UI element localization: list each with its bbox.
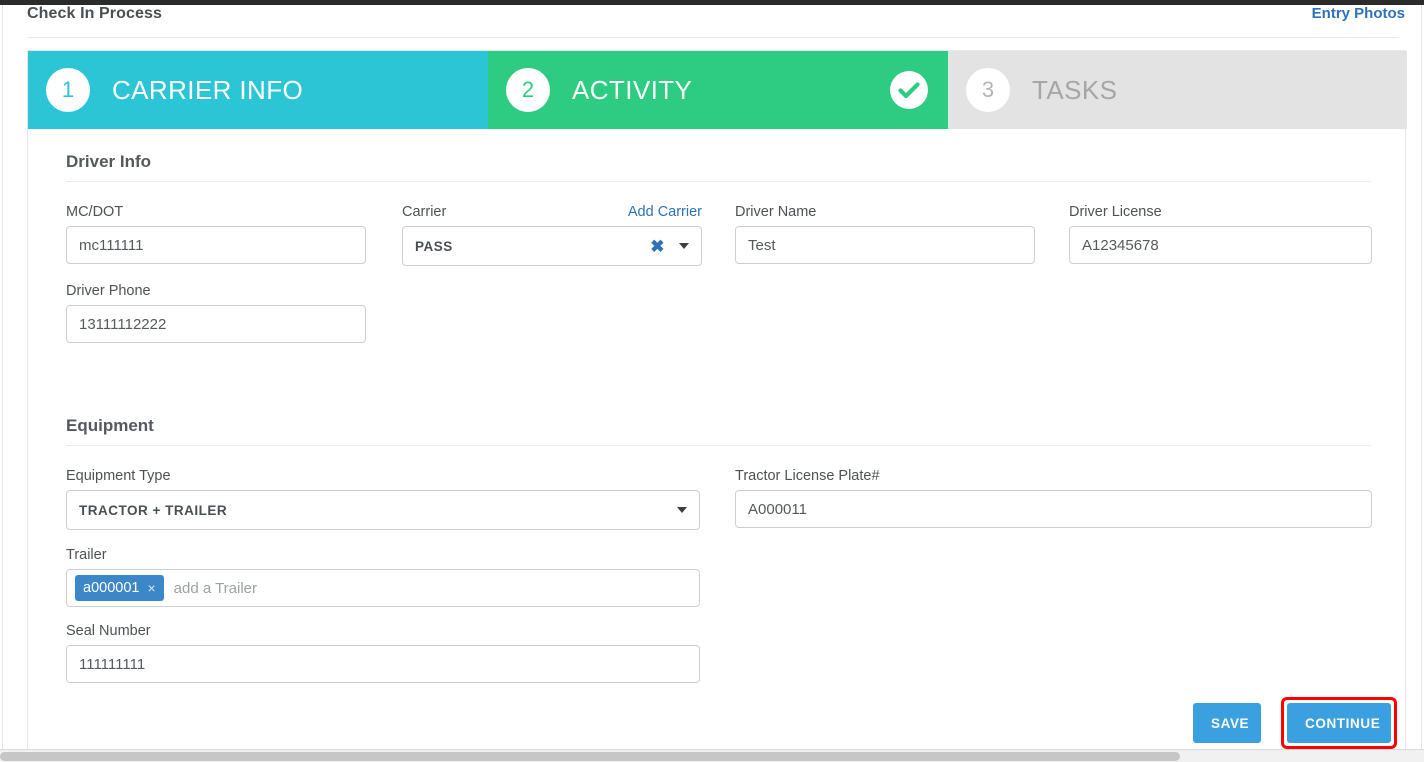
driver-info-title: Driver Info [66, 152, 1371, 172]
step-3-label: TASKS [1032, 75, 1117, 106]
trailer-input-placeholder: add a Trailer [174, 580, 257, 597]
trailer-label: Trailer [66, 547, 700, 563]
carrier-chevron-down-icon[interactable] [679, 243, 689, 249]
driver-info-divider [66, 181, 1371, 182]
add-carrier-link[interactable]: Add Carrier [628, 204, 702, 220]
wizard-step-bar: 1 CARRIER INFO 2 ACTIVITY 3 TASKS [28, 51, 1407, 129]
step-2-label: ACTIVITY [572, 75, 692, 106]
field-driver-license: Driver License A12345678 [1069, 204, 1372, 264]
tractor-license-plate-label: Tractor License Plate# [735, 468, 1372, 484]
seal-number-input[interactable]: 111111111 [66, 645, 700, 683]
equipment-type-label: Equipment Type [66, 468, 700, 484]
horizontal-scrollbar-thumb[interactable] [0, 752, 1180, 761]
equipment-title: Equipment [66, 416, 1371, 436]
driver-phone-input[interactable]: 13111112222 [66, 305, 366, 343]
equipment-divider [66, 445, 1371, 446]
field-driver-phone: Driver Phone 13111112222 [66, 283, 366, 343]
driver-license-input[interactable]: A12345678 [1069, 226, 1372, 264]
trailer-tag-input[interactable]: a000001 × add a Trailer [66, 569, 700, 607]
step-3-badge: 3 [966, 68, 1010, 112]
continue-button[interactable]: CONTINUE [1287, 703, 1391, 743]
field-tractor-license-plate: Tractor License Plate# A000011 [735, 468, 1372, 528]
equipment-type-chevron-down-icon[interactable] [677, 507, 687, 513]
carrier-selected-value: PASS [415, 239, 650, 254]
driver-name-label: Driver Name [735, 204, 1035, 220]
field-mc-dot: MC/DOT mc111111 [66, 204, 366, 264]
field-carrier: Carrier Add Carrier PASS ✖ [402, 204, 702, 266]
header-divider [27, 37, 1399, 38]
mc-dot-label: MC/DOT [66, 204, 366, 220]
equipment-section: Equipment [66, 416, 1371, 446]
trailer-tag-label: a000001 [83, 580, 139, 596]
check-in-page-card: Check In Process Entry Photos 1 CARRIER … [2, 5, 1422, 757]
mc-dot-input[interactable]: mc111111 [66, 226, 366, 264]
equipment-type-selected-value: TRACTOR + TRAILER [79, 503, 677, 518]
field-equipment-type: Equipment Type TRACTOR + TRAILER [66, 468, 700, 530]
wizard-step-activity[interactable]: 2 ACTIVITY [488, 51, 948, 129]
driver-phone-label: Driver Phone [66, 283, 366, 299]
wizard-step-carrier-info[interactable]: 1 CARRIER INFO [28, 51, 488, 129]
horizontal-scrollbar[interactable] [0, 749, 1424, 762]
field-driver-name: Driver Name Test [735, 204, 1035, 264]
carrier-select[interactable]: PASS ✖ [402, 226, 702, 266]
field-trailer: Trailer a000001 × add a Trailer [66, 547, 700, 607]
step-2-complete-check-icon [890, 71, 928, 109]
driver-name-input[interactable]: Test [735, 226, 1035, 264]
page-header: Check In Process Entry Photos [3, 5, 1421, 33]
wizard-panel: 1 CARRIER INFO 2 ACTIVITY 3 TASKS [27, 50, 1406, 757]
tractor-license-plate-input[interactable]: A000011 [735, 490, 1372, 528]
trailer-tag: a000001 × [75, 575, 164, 601]
equipment-type-select[interactable]: TRACTOR + TRAILER [66, 490, 700, 530]
check-in-form: Driver Info MC/DOT mc111111 Carrier Add … [28, 129, 1407, 757]
carrier-label: Carrier Add Carrier [402, 204, 702, 220]
carrier-label-text: Carrier [402, 204, 446, 220]
driver-info-section: Driver Info [66, 152, 1371, 182]
step-2-badge: 2 [506, 68, 550, 112]
trailer-tag-remove-icon[interactable]: × [147, 581, 155, 595]
field-seal-number: Seal Number 111111111 [66, 623, 700, 683]
step-1-label: CARRIER INFO [112, 75, 303, 106]
seal-number-label: Seal Number [66, 623, 700, 639]
page-title: Check In Process [27, 5, 162, 23]
step-1-badge: 1 [46, 68, 90, 112]
save-button[interactable]: SAVE [1193, 703, 1261, 743]
driver-license-label: Driver License [1069, 204, 1372, 220]
carrier-clear-icon[interactable]: ✖ [650, 238, 665, 255]
wizard-step-tasks[interactable]: 3 TASKS [948, 51, 1407, 129]
continue-button-highlight: CONTINUE [1281, 697, 1397, 749]
entry-photos-link[interactable]: Entry Photos [1312, 5, 1405, 22]
